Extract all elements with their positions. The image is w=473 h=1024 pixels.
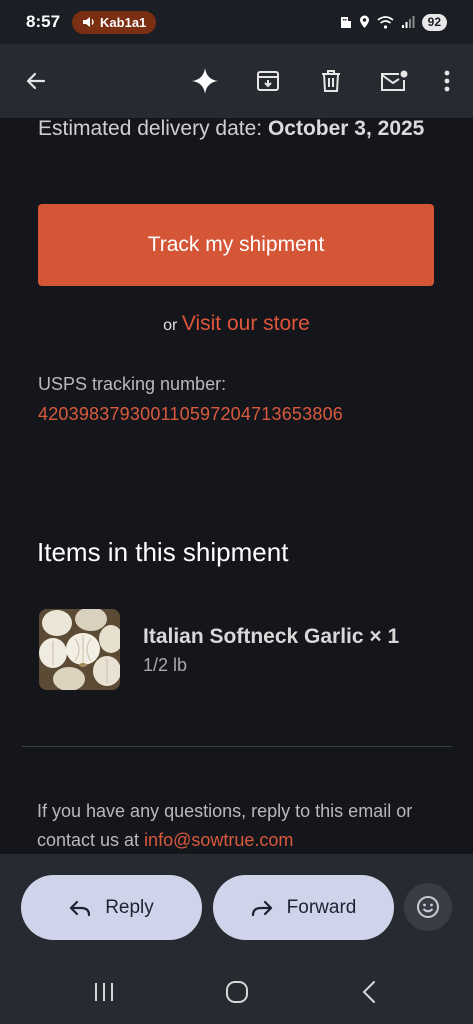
- mark-unread-button[interactable]: [374, 61, 414, 101]
- ongoing-call-pill[interactable]: Kab1a1: [72, 10, 157, 34]
- back-arrow-icon: [26, 72, 46, 90]
- emoji-reaction-button[interactable]: [404, 883, 452, 931]
- recents-icon: [95, 983, 113, 1001]
- track-shipment-button[interactable]: Track my shipment: [38, 204, 434, 286]
- forward-icon: [251, 900, 272, 916]
- visit-store-line: or Visit our store: [0, 312, 473, 336]
- delivery-date-text: Estimated delivery date: October 3, 2025: [38, 118, 438, 145]
- reply-label: Reply: [105, 896, 154, 918]
- delete-button[interactable]: [311, 61, 351, 101]
- emoji-icon: [417, 896, 439, 918]
- archive-button[interactable]: [248, 61, 288, 101]
- delivery-label: Estimated delivery date:: [38, 118, 268, 140]
- back-button[interactable]: [16, 61, 56, 101]
- battery-level: 92: [427, 15, 441, 29]
- contact-email-link[interactable]: info@sowtrue.com: [144, 830, 293, 850]
- battery-indicator: 92: [421, 13, 447, 31]
- recents-nav-button[interactable]: [84, 972, 124, 1012]
- email-toolbar: [0, 44, 473, 118]
- call-label: Kab1a1: [100, 14, 147, 30]
- system-nav-bar: [0, 972, 473, 1012]
- building-icon: [340, 16, 351, 28]
- forward-label: Forward: [286, 896, 357, 918]
- bottom-action-bar: Reply Forward: [0, 854, 473, 1024]
- sparkle-icon: [192, 68, 218, 94]
- questions-text: If you have any questions, reply to this…: [37, 797, 447, 854]
- home-nav-button[interactable]: [217, 972, 257, 1012]
- reply-icon: [70, 900, 91, 916]
- reply-button[interactable]: Reply: [21, 875, 202, 940]
- email-body: Estimated delivery date: October 3, 2025…: [0, 118, 473, 854]
- back-nav-icon: [362, 981, 375, 1003]
- status-bar: 8:57 Kab1a1 92: [0, 0, 473, 44]
- product-name: Italian Softneck Garlic × 1: [143, 625, 400, 648]
- forward-button[interactable]: Forward: [213, 875, 394, 940]
- items-heading: Items in this shipment: [37, 537, 289, 567]
- more-options-button[interactable]: [437, 61, 457, 101]
- location-icon: [359, 15, 369, 28]
- visit-store-link[interactable]: Visit our store: [182, 312, 310, 335]
- usps-tracking-label: USPS tracking number:: [38, 374, 227, 394]
- home-icon: [226, 981, 248, 1003]
- divider: [22, 746, 452, 747]
- status-time: 8:57: [26, 12, 61, 31]
- more-vert-icon: [444, 70, 450, 92]
- back-nav-button[interactable]: [349, 972, 389, 1012]
- wifi-icon: [377, 15, 394, 29]
- garlic-photo: [39, 609, 120, 690]
- mark-unread-icon: [381, 70, 408, 91]
- product-image: [39, 609, 120, 690]
- speaker-icon: [83, 17, 94, 27]
- gemini-button[interactable]: [185, 61, 225, 101]
- delivery-date: October 3, 2025: [267, 118, 425, 140]
- signal-icon: [401, 15, 415, 28]
- trash-icon: [322, 70, 340, 92]
- or-text: or: [163, 317, 178, 334]
- usps-tracking-number-link[interactable]: 420398379300110597204713653806: [38, 404, 343, 425]
- archive-icon: [257, 71, 279, 91]
- status-icons: 92: [340, 13, 447, 31]
- product-quantity: 1/2 lb: [143, 655, 188, 675]
